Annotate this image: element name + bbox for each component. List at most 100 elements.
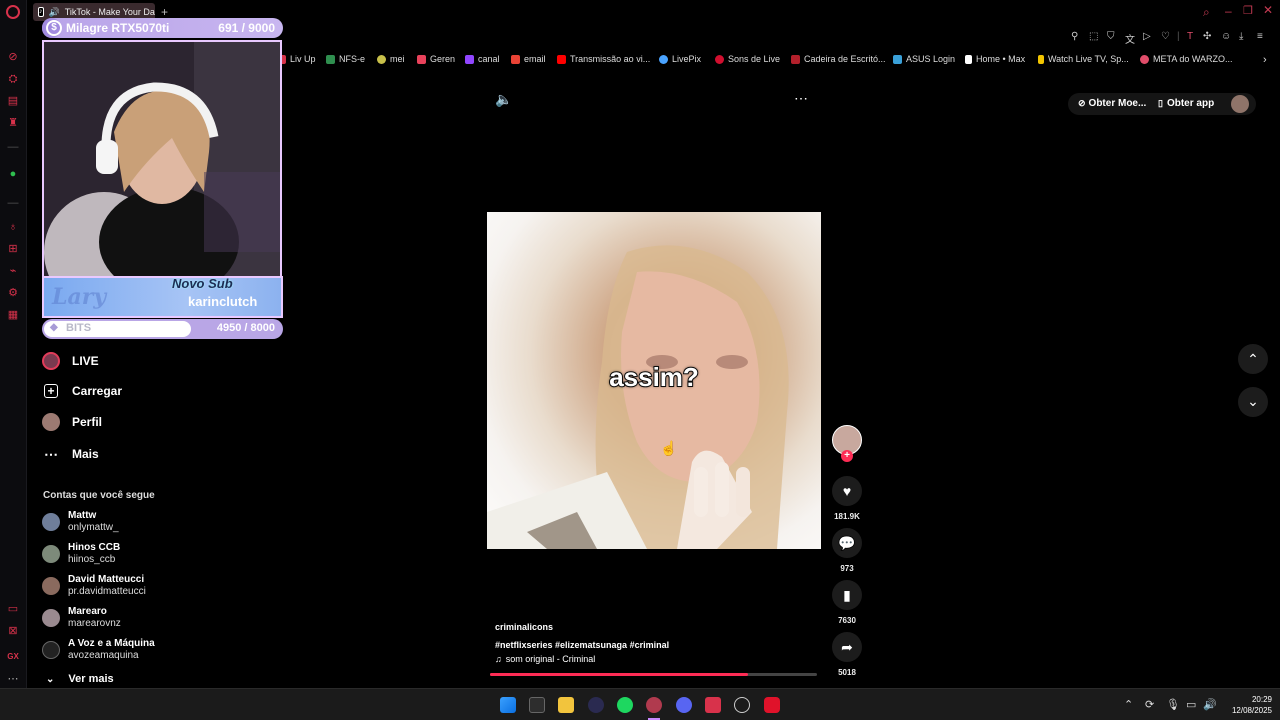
- bookmark-sons-de-live[interactable]: Sons de Live: [715, 54, 780, 64]
- tray-overflow-icon[interactable]: ⌃: [1124, 698, 1133, 711]
- bookmark-liv-up[interactable]: Liv Up: [277, 54, 316, 64]
- following-name: David Matteucci: [68, 574, 145, 585]
- bookmark-cadeira[interactable]: Cadeira de Escritó...: [791, 54, 886, 64]
- chevron-down-icon: ⌄: [46, 673, 55, 685]
- account-icon[interactable]: ☺: [1221, 31, 1231, 42]
- minimize-icon[interactable]: –: [1225, 4, 1232, 18]
- following-item[interactable]: Marearo marearovnz: [42, 606, 121, 630]
- nav-profile[interactable]: Perfil: [42, 413, 102, 431]
- comment-icon[interactable]: 💬: [832, 528, 862, 558]
- following-item[interactable]: Hinos CCB hiinos_ccb: [42, 542, 120, 566]
- next-video-button[interactable]: ⌄: [1238, 387, 1268, 417]
- rail-more-icon[interactable]: ⋯: [6, 672, 20, 686]
- sync-icon[interactable]: ⟳: [1145, 698, 1154, 711]
- extensions-icon[interactable]: ⌁: [6, 264, 20, 278]
- bookmark-icon[interactable]: ▮: [832, 580, 862, 610]
- following-item[interactable]: David Matteucci pr.davidmatteucci: [42, 574, 146, 598]
- video-hashtags[interactable]: #netflixseries #elizematsunaga #criminal: [495, 640, 669, 650]
- save-action[interactable]: ▮ 7630: [832, 580, 862, 625]
- history-icon[interactable]: ⊞: [6, 242, 20, 256]
- follow-plus-icon[interactable]: +: [841, 450, 853, 462]
- following-item[interactable]: Mattw onlymattw_: [42, 510, 119, 534]
- search-tabs-icon[interactable]: ⌕: [1203, 5, 1210, 20]
- nav-live[interactable]: LIVE: [42, 352, 99, 370]
- clock[interactable]: 20:29 12/08/2025: [1222, 694, 1272, 716]
- video-author[interactable]: criminalicons: [495, 622, 553, 632]
- comment-action[interactable]: 💬 973: [832, 528, 862, 573]
- opera-gx-taskbar-icon[interactable]: [646, 697, 662, 713]
- bookmark-canal[interactable]: canal: [465, 54, 500, 64]
- windows-start-icon[interactable]: [500, 697, 516, 713]
- restore-icon[interactable]: ❐: [1243, 4, 1253, 17]
- following-item[interactable]: A Voz e a Máquina avozeamaquina: [42, 638, 155, 662]
- whatsapp-icon[interactable]: ●: [6, 167, 20, 181]
- bookmark-meta-warzone[interactable]: META do WARZO...: [1140, 54, 1233, 64]
- bookmarks-overflow-icon[interactable]: ›: [1263, 54, 1267, 66]
- speaker-icon[interactable]: 🔊: [1203, 698, 1217, 711]
- bookmark-watch-live-tv[interactable]: Watch Live TV, Sp...: [1038, 54, 1129, 64]
- download-icon[interactable]: ⤓: [1239, 31, 1243, 42]
- speed-dial-icon[interactable]: ⊘: [6, 50, 20, 64]
- video-player[interactable]: assim?: [487, 212, 821, 549]
- play-icon[interactable]: ▷: [1143, 31, 1151, 42]
- bookmark-mei[interactable]: mei: [377, 54, 405, 64]
- rail-divider: —: [7, 141, 19, 153]
- heart-icon[interactable]: ♥: [832, 476, 862, 506]
- obs-icon[interactable]: [734, 697, 750, 713]
- bookmark-livepix[interactable]: LivePix: [659, 54, 701, 64]
- snapshot-icon[interactable]: ⊠: [6, 624, 20, 638]
- extensions-puzzle-icon[interactable]: ✣: [1203, 31, 1211, 42]
- streamlabs-icon[interactable]: [764, 697, 780, 713]
- following-name: Mattw: [68, 510, 97, 521]
- spotify-icon[interactable]: [617, 697, 633, 713]
- get-app-label: Obter app: [1166, 98, 1215, 109]
- bits-gem-icon: ◆: [50, 322, 58, 333]
- goal-bar: $ Milagre RTX5070ti 691 / 9000: [42, 18, 283, 38]
- pin-icon[interactable]: ⚲: [1071, 31, 1078, 42]
- extension-t-icon[interactable]: T: [1187, 31, 1193, 42]
- gx-corner-icon[interactable]: ▤: [6, 94, 20, 108]
- audio-icon[interactable]: 🔊: [49, 7, 60, 18]
- nav-more[interactable]: ⋯ Mais: [42, 445, 99, 463]
- microphone-icon[interactable]: 🎙: [1166, 698, 1180, 711]
- discord-icon[interactable]: [676, 697, 692, 713]
- app-red-icon[interactable]: [705, 697, 721, 713]
- settings-icon[interactable]: ⚙: [6, 286, 20, 300]
- video-sound[interactable]: ♫ som original - Criminal: [495, 654, 595, 664]
- bookmark-home-max[interactable]: Home • Max: [965, 54, 1025, 64]
- screenshot-icon[interactable]: ⬚: [1089, 31, 1098, 42]
- gx-control-icon[interactable]: ⛭: [6, 72, 20, 86]
- share-icon[interactable]: ➦: [832, 632, 862, 662]
- opera-gx-logo-icon[interactable]: [6, 5, 20, 19]
- video-options-icon[interactable]: ⋯: [794, 90, 808, 107]
- see-more-button[interactable]: ⌄ Ver mais: [46, 673, 114, 685]
- close-window-icon[interactable]: ✕: [1263, 3, 1273, 17]
- nav-upload[interactable]: + Carregar: [42, 384, 122, 398]
- bookmark-nfs-e[interactable]: NFS-e: [326, 54, 365, 64]
- get-coins-button[interactable]: ⊘ Obter Moe...: [1078, 98, 1146, 109]
- tabs-icon[interactable]: ▭: [6, 602, 20, 616]
- new-tab-button[interactable]: +: [161, 5, 168, 19]
- bookmark-transmissao[interactable]: Transmissão ao vi...: [557, 54, 650, 64]
- bookmark-geren[interactable]: Geren: [417, 54, 455, 64]
- previous-video-button[interactable]: ⌃: [1238, 344, 1268, 374]
- volume-icon[interactable]: 🔈: [495, 91, 512, 108]
- get-app-button[interactable]: ▯ Obter app: [1158, 98, 1214, 109]
- share-action[interactable]: ➦ 5018: [832, 632, 862, 677]
- translate-icon[interactable]: 文: [1125, 31, 1135, 46]
- app-icon[interactable]: [588, 697, 604, 713]
- bookmarks-icon[interactable]: ▦: [6, 308, 20, 322]
- twitch-icon[interactable]: ♜: [6, 116, 20, 130]
- network-icon[interactable]: ▭: [1186, 698, 1196, 711]
- like-action[interactable]: ♥ 181.9K: [832, 476, 862, 521]
- bookmark-asus-login[interactable]: ASUS Login: [893, 54, 955, 64]
- user-avatar[interactable]: [1231, 95, 1249, 113]
- bookmark-email[interactable]: email: [511, 54, 546, 64]
- file-explorer-icon[interactable]: [558, 697, 574, 713]
- menu-icon[interactable]: ≡: [1257, 31, 1263, 42]
- video-progress-bar[interactable]: [490, 673, 817, 676]
- player-icon[interactable]: ♁: [6, 220, 20, 234]
- store-icon[interactable]: [529, 697, 545, 713]
- shield-icon[interactable]: ⛉: [1107, 31, 1115, 42]
- heart-icon[interactable]: ♡: [1161, 31, 1170, 42]
